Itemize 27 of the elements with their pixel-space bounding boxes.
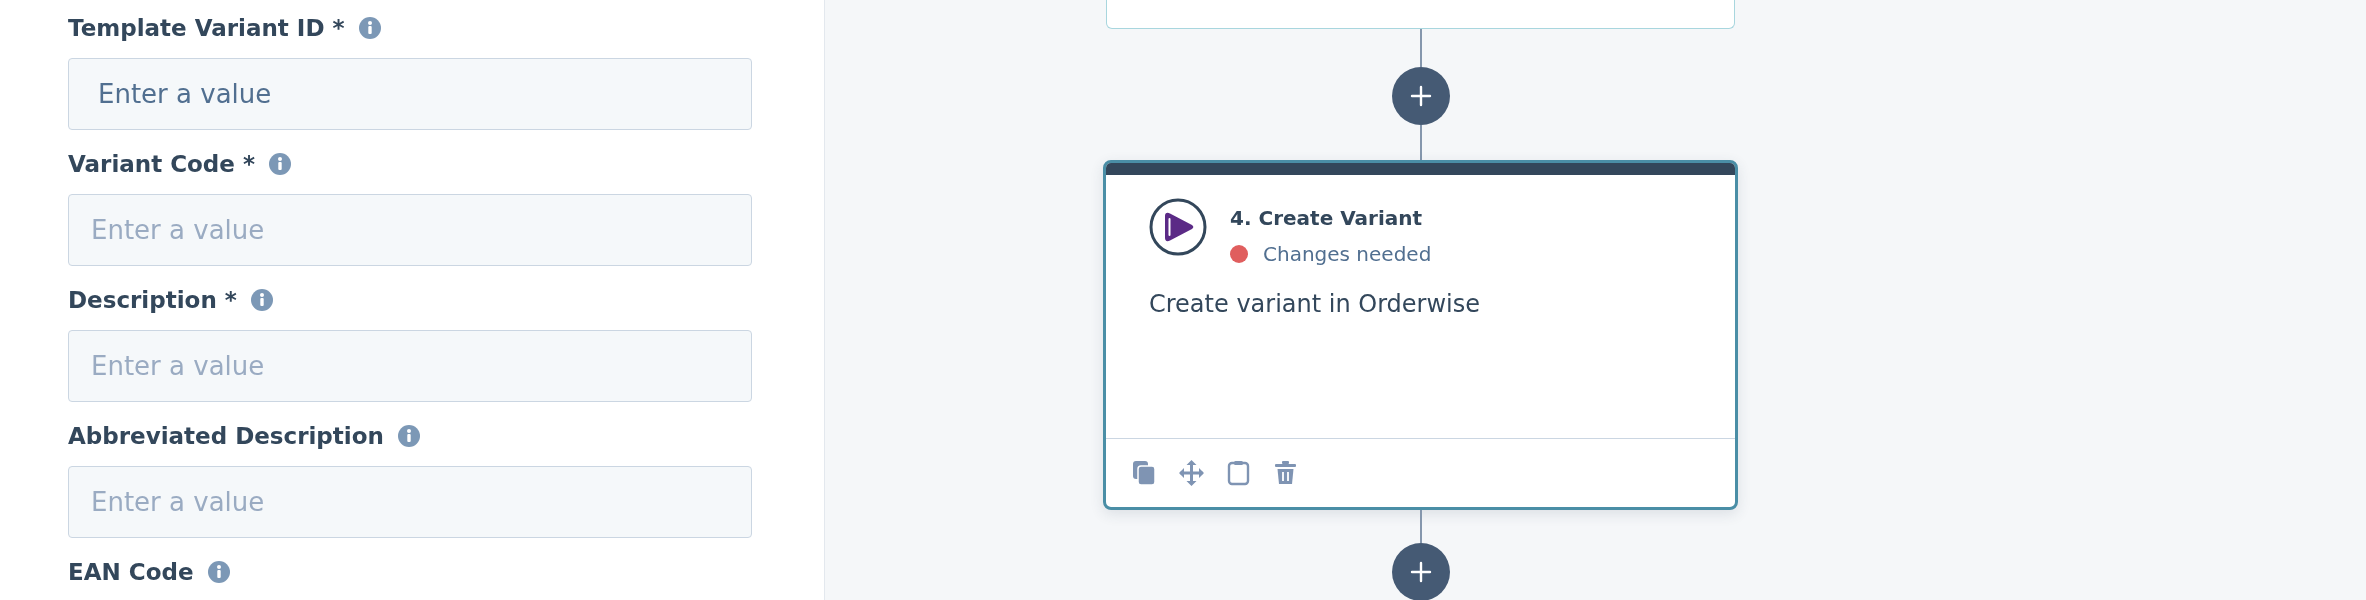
status-text: Changes needed — [1263, 242, 1432, 266]
field-label: Variant Code * — [68, 151, 255, 177]
trash-icon[interactable] — [1273, 460, 1298, 486]
plus-icon — [1409, 85, 1432, 107]
field-label: Abbreviated Description — [68, 423, 384, 449]
info-icon[interactable] — [358, 17, 381, 39]
add-step-button[interactable] — [1391, 67, 1450, 125]
info-icon[interactable] — [268, 153, 291, 175]
info-icon[interactable] — [250, 289, 273, 311]
info-icon[interactable] — [397, 425, 420, 447]
step-card[interactable]: 4. Create Variant Changes needed Create variant in Orderwise — [1103, 160, 1738, 510]
clipboard-icon[interactable] — [1226, 460, 1251, 486]
info-icon[interactable] — [207, 561, 230, 583]
input-field[interactable]: Enter a value — [68, 330, 752, 402]
plus-icon — [1409, 561, 1432, 583]
input-field[interactable]: Enter a value — [68, 466, 752, 538]
play-icon — [1149, 198, 1207, 256]
input-field[interactable]: Enter a value — [68, 194, 752, 266]
input-field[interactable]: Enter a value — [68, 58, 752, 130]
field-label: Description * — [68, 287, 237, 313]
copy-icon[interactable] — [1132, 460, 1157, 486]
step-description: Create variant in Orderwise — [1148, 289, 1482, 320]
field-label: Template Variant ID * — [68, 15, 345, 41]
move-icon[interactable] — [1179, 460, 1204, 486]
add-step-button[interactable] — [1391, 543, 1450, 600]
step-title: 4. Create Variant — [1230, 206, 1424, 230]
field-label: EAN Code — [68, 559, 194, 585]
